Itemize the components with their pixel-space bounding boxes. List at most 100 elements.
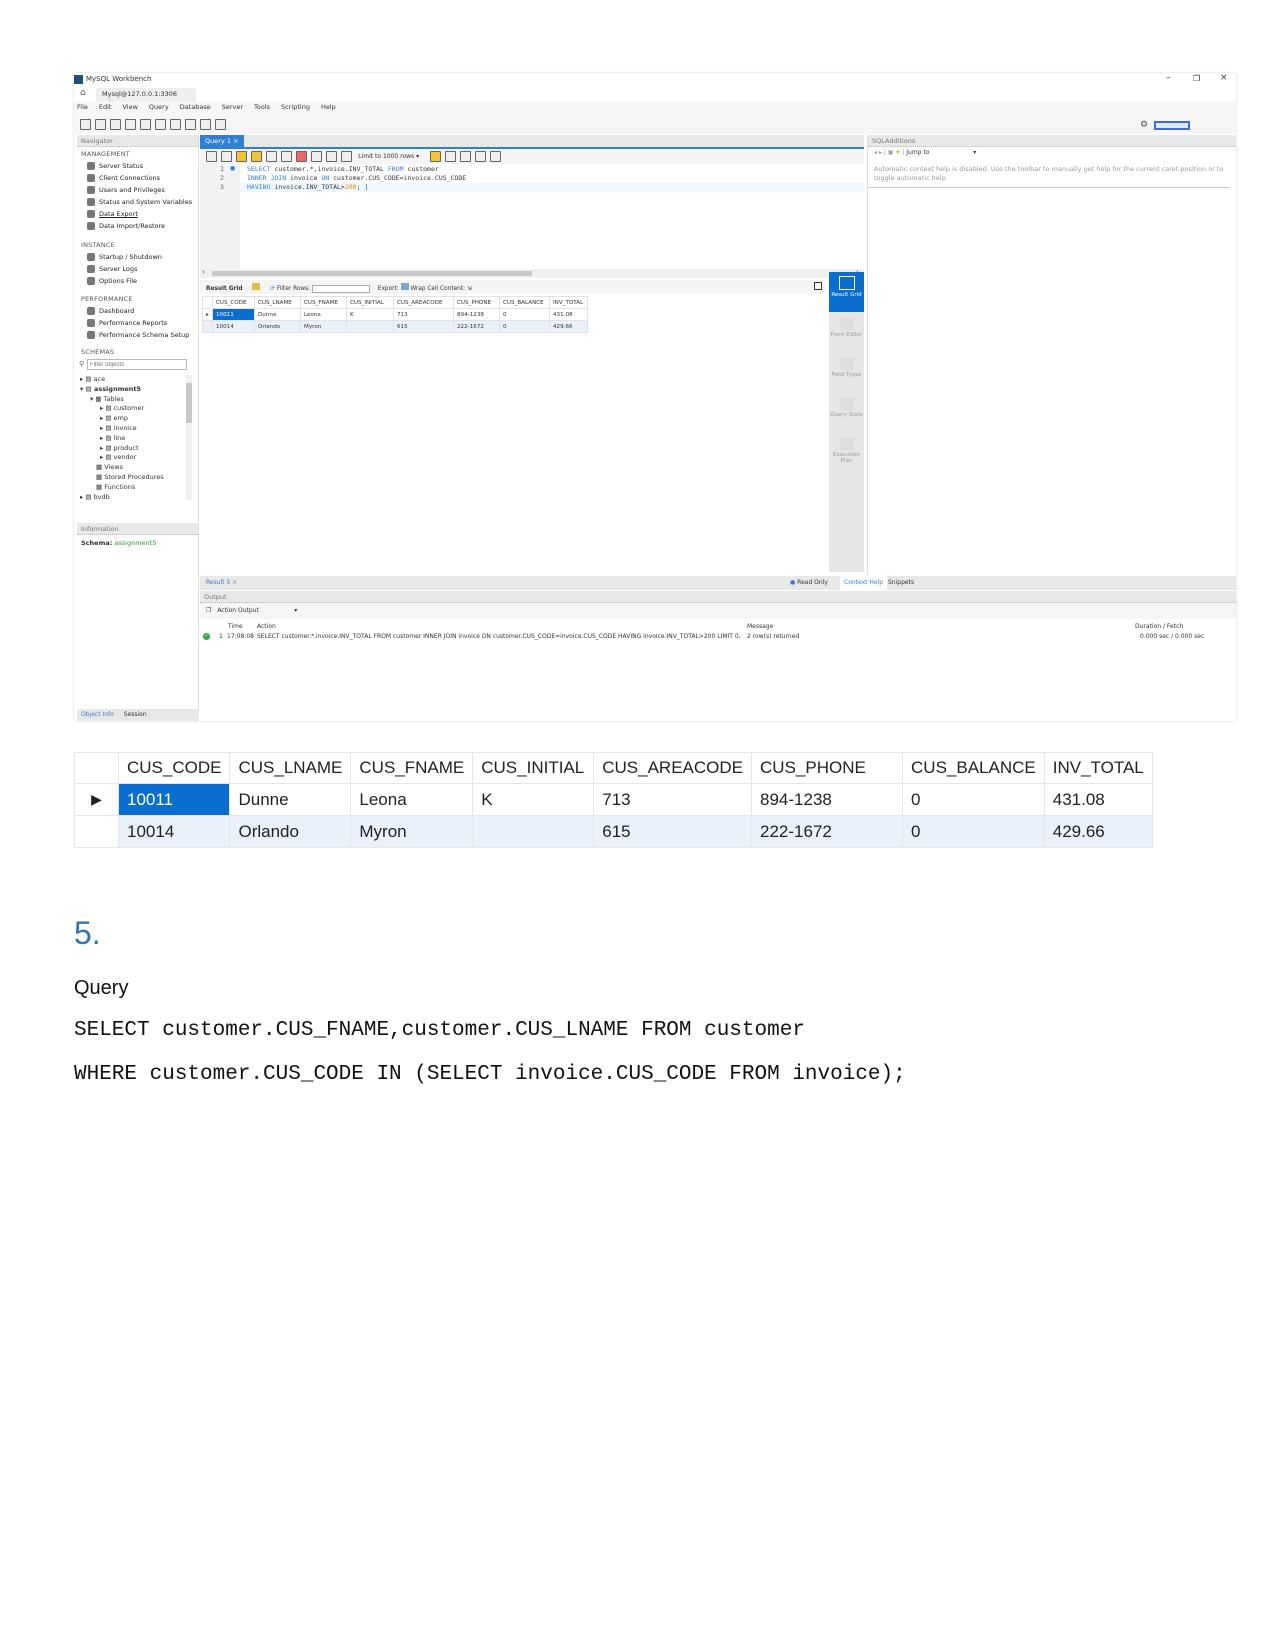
cell[interactable]: 222-1672: [453, 320, 500, 333]
filter-rows-input[interactable]: [311, 284, 370, 293]
commit-icon[interactable]: [311, 151, 322, 162]
nav-performance-reports[interactable]: Performance Reports: [87, 319, 167, 327]
minimize-button[interactable]: –: [1166, 73, 1171, 83]
execute-current-icon[interactable]: [251, 151, 262, 162]
cell[interactable]: 713: [393, 308, 454, 321]
menu-file[interactable]: File: [77, 103, 88, 114]
col-header[interactable]: CUS_FNAME: [300, 296, 347, 309]
tree-schema-assignment5[interactable]: ▾ ▤ assignment5: [80, 385, 188, 395]
tree-table-emp[interactable]: ▸ ▤ emp: [80, 414, 188, 424]
sql-editor[interactable]: 1 ● 2 3 SELECT customer.*,invoice.INV_TO…: [200, 164, 864, 269]
invisible-chars-icon[interactable]: [475, 151, 487, 162]
context-help-icon[interactable]: ▣: [888, 149, 894, 156]
tab-result-5[interactable]: Result 5 ×: [206, 579, 237, 586]
refresh-icon[interactable]: ⟳: [270, 286, 275, 292]
create-procedure-icon[interactable]: [170, 119, 181, 130]
toggle-panel-icon[interactable]: [814, 282, 822, 290]
cell[interactable]: Orlando: [254, 320, 301, 333]
create-view-icon[interactable]: [155, 119, 166, 130]
reconnect-icon[interactable]: [215, 119, 226, 130]
output-row[interactable]: ✓ 1 17:08:08 SELECT customer.*,invoice.I…: [200, 633, 1236, 643]
close-button[interactable]: ×: [1220, 73, 1228, 83]
menu-scripting[interactable]: Scripting: [281, 103, 310, 114]
filter-objects-input[interactable]: [87, 359, 187, 370]
nav-data-export[interactable]: Data Export: [87, 210, 138, 218]
cell[interactable]: 10011: [212, 308, 255, 321]
create-schema-icon[interactable]: [125, 119, 136, 130]
scrollbar-thumb[interactable]: [186, 383, 192, 423]
menu-edit[interactable]: Edit: [99, 103, 112, 114]
cell[interactable]: 615: [393, 320, 454, 333]
cell[interactable]: [346, 320, 394, 333]
open-sql-script-icon[interactable]: [95, 119, 106, 130]
connection-tab[interactable]: Mysql@127.0.0.1:3306 ×: [96, 88, 196, 106]
nav-data-import[interactable]: Data Import/Restore: [87, 222, 165, 230]
nav-server-logs[interactable]: Server Logs: [87, 265, 137, 273]
grid-view-icon[interactable]: [252, 283, 261, 290]
side-field-types[interactable]: Field Types: [829, 352, 864, 392]
tree-table-customer[interactable]: ▸ ▤ customer: [80, 404, 188, 414]
cell[interactable]: 10014: [212, 320, 255, 333]
menu-tools[interactable]: Tools: [254, 103, 270, 114]
side-execution-plan[interactable]: Execution Plan: [829, 432, 864, 472]
col-header[interactable]: INV_TOTAL: [549, 296, 588, 309]
col-header[interactable]: CUS_INITIAL: [346, 296, 394, 309]
nav-server-status[interactable]: Server Status: [87, 162, 143, 170]
scroll-left-icon[interactable]: ‹: [202, 268, 205, 276]
open-file-icon[interactable]: [206, 151, 217, 162]
tab-snippets[interactable]: Snippets: [888, 579, 914, 586]
auto-help-icon[interactable]: ✦: [895, 149, 900, 156]
menu-database[interactable]: Database: [180, 103, 211, 114]
jump-to-select[interactable]: Jump to ▾: [906, 149, 976, 156]
layout-toggle-icon[interactable]: [1154, 121, 1190, 130]
wrap-cell-icon[interactable]: ⇲: [467, 286, 472, 292]
inspector-icon[interactable]: [110, 119, 121, 130]
tab-object-info[interactable]: Object Info: [81, 711, 114, 718]
tree-tables-folder[interactable]: ▾ ▦ Tables: [80, 395, 188, 405]
cell[interactable]: 429.66: [549, 320, 588, 333]
save-icon[interactable]: [221, 151, 232, 162]
nav-users-privileges[interactable]: Users and Privileges: [87, 186, 165, 194]
side-query-stats[interactable]: Query Stats: [829, 392, 864, 432]
tree-scrollbar[interactable]: [186, 375, 192, 500]
autocommit-icon[interactable]: [341, 151, 352, 162]
cell[interactable]: 0: [499, 308, 550, 321]
table-row[interactable]: ▸ 10011 Dunne Leona K 713 894-1238 0 431…: [202, 308, 588, 321]
wrap-icon[interactable]: [490, 151, 502, 162]
side-form-editor[interactable]: Form Editor: [829, 312, 864, 352]
beautify-icon[interactable]: [430, 151, 442, 162]
limit-rows-select[interactable]: Limit to 1000 rows ▾: [358, 153, 428, 160]
tree-schema-ace[interactable]: ▸ ▤ ace: [80, 375, 188, 385]
side-result-grid[interactable]: Result Grid: [829, 272, 864, 312]
tree-procedures-folder[interactable]: ▦ Stored Procedures: [80, 473, 188, 483]
table-row[interactable]: 10014 Orlando Myron 615 222-1672 0 429.6…: [202, 320, 588, 333]
back-icon[interactable]: ◂: [874, 149, 877, 156]
tree-views-folder[interactable]: ▦ Views: [80, 463, 188, 473]
nav-options-file[interactable]: Options File: [87, 277, 137, 285]
home-icon[interactable]: ⌂: [80, 88, 86, 98]
restore-button[interactable]: ❐: [1193, 74, 1200, 83]
export-icon[interactable]: [400, 283, 409, 290]
new-sql-tab-icon[interactable]: [80, 119, 91, 130]
cell[interactable]: Myron: [300, 320, 347, 333]
execute-icon[interactable]: [236, 151, 247, 162]
nav-dashboard[interactable]: Dashboard: [87, 307, 134, 315]
menu-server[interactable]: Server: [222, 103, 243, 114]
cell[interactable]: 894-1238: [453, 308, 500, 321]
col-header[interactable]: CUS_BALANCE: [499, 296, 550, 309]
tree-table-vendor[interactable]: ▸ ▤ vendor: [80, 453, 188, 463]
explain-icon[interactable]: [266, 151, 277, 162]
create-function-icon[interactable]: [185, 119, 196, 130]
cell[interactable]: 431.08: [549, 308, 588, 321]
close-tab-icon[interactable]: ×: [233, 137, 238, 145]
forward-icon[interactable]: ▸: [879, 149, 882, 156]
create-table-icon[interactable]: [140, 119, 151, 130]
find-icon[interactable]: [460, 151, 472, 162]
col-header[interactable]: CUS_AREACODE: [393, 296, 454, 309]
tree-schema-bvdb[interactable]: ▸ ▤ bvdb: [80, 493, 188, 503]
col-header[interactable]: CUS_CODE: [212, 296, 255, 309]
copy-icon[interactable]: ❐: [206, 607, 211, 614]
tree-table-invoice[interactable]: ▸ ▤ invoice: [80, 424, 188, 434]
tab-query-1[interactable]: Query 1 ×: [200, 135, 244, 147]
settings-gear-icon[interactable]: ⚙: [1140, 120, 1148, 130]
